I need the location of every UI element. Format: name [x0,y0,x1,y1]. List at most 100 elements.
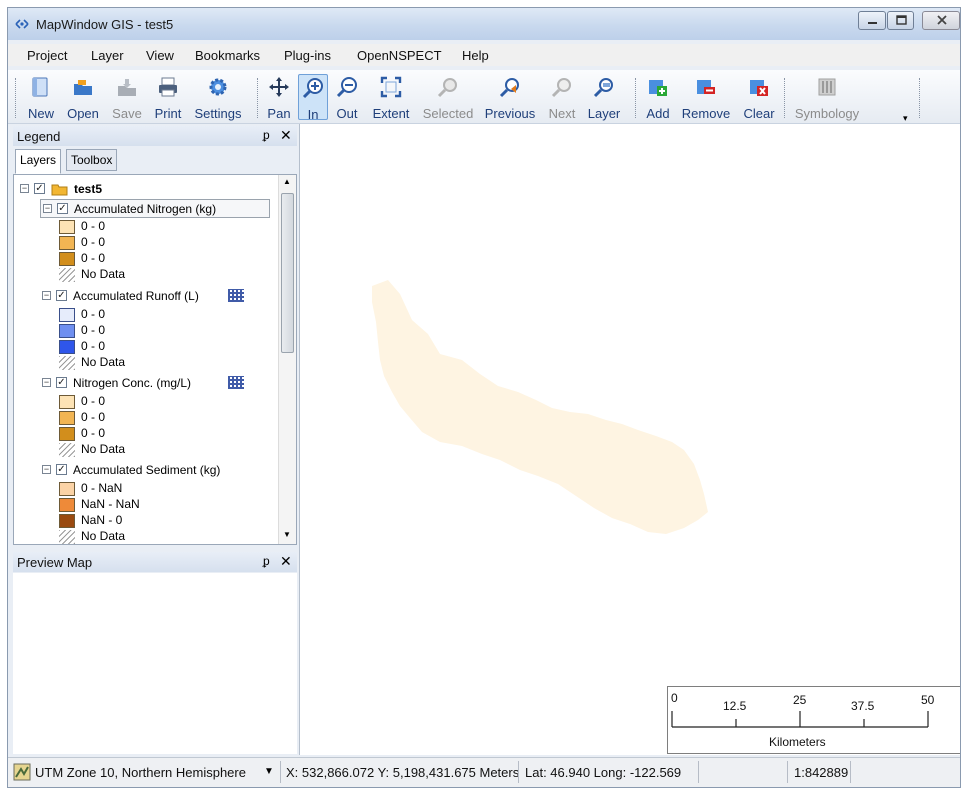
zoom-previous-icon [499,78,519,98]
zoom-in-label: In [307,107,319,122]
legend-nodata-label: No Data [81,442,126,456]
legend-close-button[interactable]: ✕ [280,127,292,144]
nodata-hatch-icon [59,530,75,544]
legend-panel-header: Legend ᵱ ✕ [13,126,297,146]
save-icon [118,79,136,96]
legend-nodata-label: No Data [81,355,126,369]
legend-class-label: 0 - 0 [81,410,106,424]
collapse-toggle-icon[interactable]: − [42,465,51,474]
legend-layer-row[interactable]: − ✓ Accumulated Runoff (L) [40,287,270,306]
menu-project[interactable]: Project [27,48,67,63]
layer-visibility-checkbox[interactable]: ✓ [56,290,67,301]
status-bar: UTM Zone 10, Northern Hemisphere ▼ X: 53… [8,757,960,787]
save-button[interactable]: Save [109,74,145,121]
clear-label: Clear [743,106,775,121]
remove-layer-button[interactable]: Remove [680,74,732,121]
status-divider [518,761,519,783]
projection-label: UTM Zone 10, Northern Hemisphere [35,765,246,780]
menu-view[interactable]: View [146,48,174,63]
legend-layer-row-selected[interactable]: − ✓ Accumulated Nitrogen (kg) [40,199,270,218]
legend-swatch [59,236,75,250]
legend-class-label: 0 - 0 [81,394,106,408]
toolbar-separator [635,78,636,118]
scroll-up-icon[interactable]: ▲ [283,177,291,186]
menu-bookmarks[interactable]: Bookmarks [195,48,260,63]
legend-swatch [59,411,75,425]
layer-name: Accumulated Nitrogen (kg) [74,202,217,216]
legend-scrollbar[interactable]: ▲ ▼ [278,175,296,544]
legend-layer-row[interactable]: − ✓ Nitrogen Conc. (mg/L) [40,374,270,393]
open-folder-icon [74,80,92,95]
symbology-label: Symbology [794,106,860,121]
scale-ruler [671,711,929,728]
scale-bar: 0 12.5 25 37.5 50 Kilometers [667,686,960,754]
layer-name: Accumulated Runoff (L) [73,289,199,303]
legend-class-label: 0 - 0 [81,339,106,353]
open-button[interactable]: Open [63,74,103,121]
pin-icon[interactable]: ᵱ [263,128,270,142]
scrollbar-thumb[interactable] [281,193,294,353]
toolbar-grip [919,78,920,118]
settings-button[interactable]: Settings [191,74,245,121]
layer-visibility-checkbox[interactable]: ✓ [56,377,67,388]
save-label: Save [112,106,142,121]
clear-layers-button[interactable]: Clear [741,74,777,121]
zoom-out-button[interactable]: Out [332,74,362,121]
legend-swatch [59,395,75,409]
legend-layer-row[interactable]: − ✓ Accumulated Sediment (kg) [40,461,270,480]
symbology-button[interactable]: Symbology [790,74,864,121]
collapse-toggle-icon[interactable]: − [20,184,29,193]
pin-icon[interactable]: ᵱ [263,554,270,568]
legend-nodata-label: No Data [81,267,126,281]
restore-icon [896,15,907,25]
collapse-toggle-icon[interactable]: − [42,291,51,300]
scroll-down-icon[interactable]: ▼ [283,530,291,539]
zoom-next-button[interactable]: Next [545,74,579,121]
legend-class-label: NaN - NaN [81,497,140,511]
add-layer-button[interactable]: Add [642,74,674,121]
toolbar-separator [784,78,785,118]
legend-swatch [59,324,75,338]
map-view[interactable]: 0 12.5 25 37.5 50 Kilometers [299,124,960,755]
minimize-button[interactable] [858,11,886,30]
zoom-previous-button[interactable]: Previous [482,74,538,121]
pan-button[interactable]: Pan [264,74,294,121]
preview-panel-header: Preview Map ᵱ ✕ [13,552,297,572]
layer-visibility-checkbox[interactable]: ✓ [56,464,67,475]
zoom-in-button[interactable]: In [298,74,328,122]
legend-group-row[interactable]: − ✓ test5 [20,181,260,197]
toolbar-separator [257,78,258,118]
printer-icon [159,77,177,97]
zoom-selected-button[interactable]: Selected [418,74,478,121]
legend-class-label: NaN - 0 [81,513,123,527]
zoom-extent-button[interactable]: Extent [368,74,414,121]
projection-dropdown-icon[interactable]: ▼ [264,766,274,777]
maximize-button[interactable] [887,11,914,30]
toolbar-grip [15,78,16,118]
layer-visibility-checkbox[interactable]: ✓ [57,203,68,214]
tab-layers[interactable]: Layers [15,149,62,174]
zoom-layer-button[interactable]: Layer [585,74,623,121]
app-window: MapWindow GIS - test5 Project Layer View… [7,7,961,788]
legend-layer: − ✓ Accumulated Nitrogen (kg) 0 - 0 0 - … [14,197,276,283]
preview-map[interactable] [13,573,297,754]
menu-help[interactable]: Help [462,48,489,63]
group-visibility-checkbox[interactable]: ✓ [34,183,45,194]
tab-toolbox[interactable]: Toolbox [66,149,118,171]
menu-layer[interactable]: Layer [91,48,124,63]
preview-panel-title: Preview Map [17,555,93,570]
collapse-toggle-icon[interactable]: − [43,204,52,213]
menu-plugins[interactable]: Plug-ins [284,48,331,63]
print-button[interactable]: Print [150,74,186,121]
status-divider [850,761,851,783]
map-canvas [372,280,708,534]
menu-opennspect[interactable]: OpenNSPECT [357,48,442,63]
toolbar-overflow-button[interactable]: ▾ [903,114,913,123]
preview-close-button[interactable]: ✕ [280,553,292,570]
zoom-layer-icon [593,78,613,98]
collapse-toggle-icon[interactable]: − [42,378,51,387]
legend-swatch [59,482,75,496]
zoom-in-icon [302,78,323,99]
close-window-button[interactable] [922,11,960,30]
new-project-button[interactable]: New [25,74,57,121]
